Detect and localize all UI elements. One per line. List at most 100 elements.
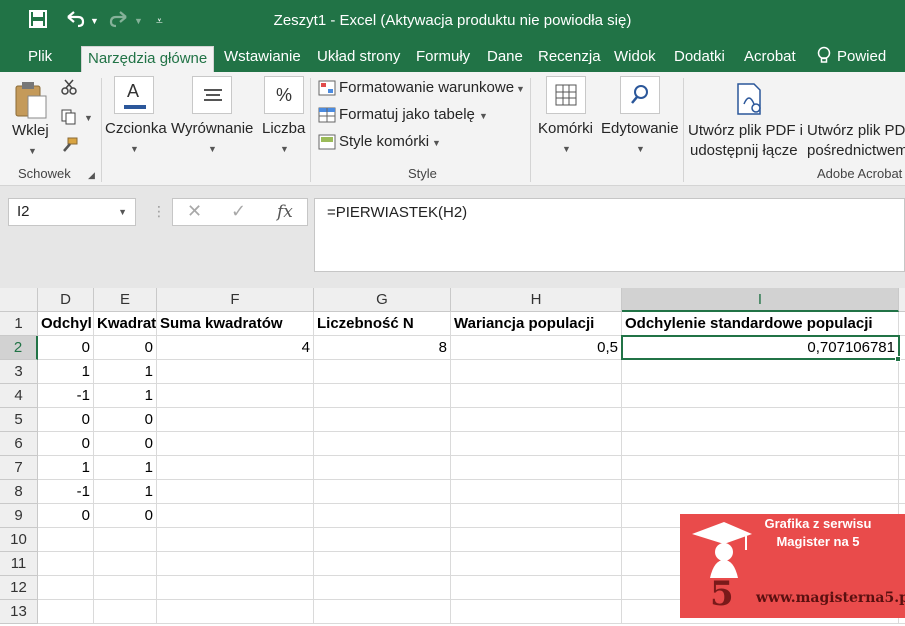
cell-g2[interactable]: 8 [314, 336, 451, 360]
row-header-2[interactable]: 2 [0, 336, 38, 360]
row-header-8[interactable]: 8 [0, 480, 38, 504]
cell-f10[interactable] [157, 528, 314, 552]
cell-j5[interactable] [899, 408, 905, 432]
format-table-button[interactable]: Formatuj jako tabelę [339, 106, 475, 123]
cell-d1[interactable]: Odchyl [38, 312, 94, 336]
cell-g6[interactable] [314, 432, 451, 456]
cell-d7[interactable]: 1 [38, 456, 94, 480]
create-pdf-via-button[interactable]: Utwórz plik PD [807, 122, 905, 139]
font-dropdown-icon[interactable]: ▼ [130, 144, 139, 154]
row-header-3[interactable]: 3 [0, 360, 38, 384]
cell-i5[interactable] [622, 408, 899, 432]
cell-e7[interactable]: 1 [94, 456, 157, 480]
cell-styles-button[interactable]: Style komórki [339, 133, 429, 150]
paste-dropdown-icon[interactable]: ▼ [28, 146, 37, 156]
clipboard-launcher-icon[interactable]: ◢ [88, 170, 95, 181]
editing-dropdown-icon[interactable]: ▼ [636, 144, 645, 154]
cell-i1[interactable]: Odchylenie standardowe populacji [622, 312, 899, 336]
cell-i7[interactable] [622, 456, 899, 480]
font-icon[interactable]: A [114, 76, 154, 114]
cell-f12[interactable] [157, 576, 314, 600]
cell-h6[interactable] [451, 432, 622, 456]
formula-input[interactable]: =PIERWIASTEK(H2) [314, 198, 905, 272]
column-header-i[interactable]: I [622, 288, 899, 312]
fill-handle[interactable] [895, 356, 901, 362]
cell-e2[interactable]: 0 [94, 336, 157, 360]
create-pdf-share-icon[interactable] [734, 82, 764, 121]
number-dropdown-icon[interactable]: ▼ [280, 144, 289, 154]
cell-j1[interactable] [899, 312, 905, 336]
cell-g11[interactable] [314, 552, 451, 576]
name-box-dropdown-icon[interactable]: ▼ [118, 199, 127, 225]
row-header-5[interactable]: 5 [0, 408, 38, 432]
cell-e3[interactable]: 1 [94, 360, 157, 384]
column-header-d[interactable]: D [38, 288, 94, 312]
column-header-j[interactable] [899, 288, 905, 312]
cell-d12[interactable] [38, 576, 94, 600]
row-header-4[interactable]: 4 [0, 384, 38, 408]
cell-e8[interactable]: 1 [94, 480, 157, 504]
cell-f4[interactable] [157, 384, 314, 408]
cancel-icon[interactable]: ✕ [187, 201, 202, 222]
cell-h12[interactable] [451, 576, 622, 600]
cell-e6[interactable]: 0 [94, 432, 157, 456]
cell-d13[interactable] [38, 600, 94, 624]
cell-e12[interactable] [94, 576, 157, 600]
cells-button[interactable]: Komórki [538, 120, 593, 137]
cell-h11[interactable] [451, 552, 622, 576]
cell-d5[interactable]: 0 [38, 408, 94, 432]
row-header-7[interactable]: 7 [0, 456, 38, 480]
cell-e4[interactable]: 1 [94, 384, 157, 408]
paste-button[interactable]: Wklej [12, 122, 49, 139]
column-header-f[interactable]: F [157, 288, 314, 312]
tab-acrobat[interactable]: Acrobat [744, 42, 796, 72]
insert-function-icon[interactable]: fx [277, 202, 293, 222]
cells-icon[interactable] [546, 76, 586, 114]
column-header-h[interactable]: H [451, 288, 622, 312]
cell-h8[interactable] [451, 480, 622, 504]
row-header-1[interactable]: 1 [0, 312, 38, 336]
cell-i8[interactable] [622, 480, 899, 504]
cell-h10[interactable] [451, 528, 622, 552]
cell-f1[interactable]: Suma kwadratów [157, 312, 314, 336]
format-painter-icon[interactable] [60, 136, 78, 159]
cell-j4[interactable] [899, 384, 905, 408]
cell-i4[interactable] [622, 384, 899, 408]
cell-f3[interactable] [157, 360, 314, 384]
cell-g7[interactable] [314, 456, 451, 480]
cell-d3[interactable]: 1 [38, 360, 94, 384]
number-button[interactable]: Liczba [262, 120, 305, 137]
cell-j3[interactable] [899, 360, 905, 384]
lightbulb-icon[interactable] [817, 42, 831, 72]
cell-h9[interactable] [451, 504, 622, 528]
alignment-icon[interactable] [192, 76, 232, 114]
cell-d2[interactable]: 0 [38, 336, 94, 360]
cell-g1[interactable]: Liczebność N [314, 312, 451, 336]
cell-e11[interactable] [94, 552, 157, 576]
cell-g4[interactable] [314, 384, 451, 408]
conditional-format-dropdown-icon[interactable]: ▼ [516, 84, 525, 94]
tab-file[interactable]: Plik [28, 42, 52, 72]
row-header-12[interactable]: 12 [0, 576, 38, 600]
format-table-dropdown-icon[interactable]: ▼ [479, 111, 488, 121]
cell-f2[interactable]: 4 [157, 336, 314, 360]
cell-j7[interactable] [899, 456, 905, 480]
copy-icon[interactable] [60, 108, 78, 131]
cell-h1[interactable]: Wariancja populacji [451, 312, 622, 336]
cell-h7[interactable] [451, 456, 622, 480]
row-header-6[interactable]: 6 [0, 432, 38, 456]
cell-f7[interactable] [157, 456, 314, 480]
tab-formulas[interactable]: Formuły [416, 42, 470, 72]
cut-icon[interactable] [60, 78, 78, 101]
cell-g8[interactable] [314, 480, 451, 504]
tab-page-layout[interactable]: Układ strony [317, 42, 400, 72]
tab-view[interactable]: Widok [614, 42, 656, 72]
paste-icon[interactable] [14, 80, 48, 125]
cell-e10[interactable] [94, 528, 157, 552]
alignment-button[interactable]: Wyrównanie [171, 120, 253, 137]
cell-e13[interactable] [94, 600, 157, 624]
cell-e5[interactable]: 0 [94, 408, 157, 432]
column-header-g[interactable]: G [314, 288, 451, 312]
cell-f13[interactable] [157, 600, 314, 624]
cells-dropdown-icon[interactable]: ▼ [562, 144, 571, 154]
